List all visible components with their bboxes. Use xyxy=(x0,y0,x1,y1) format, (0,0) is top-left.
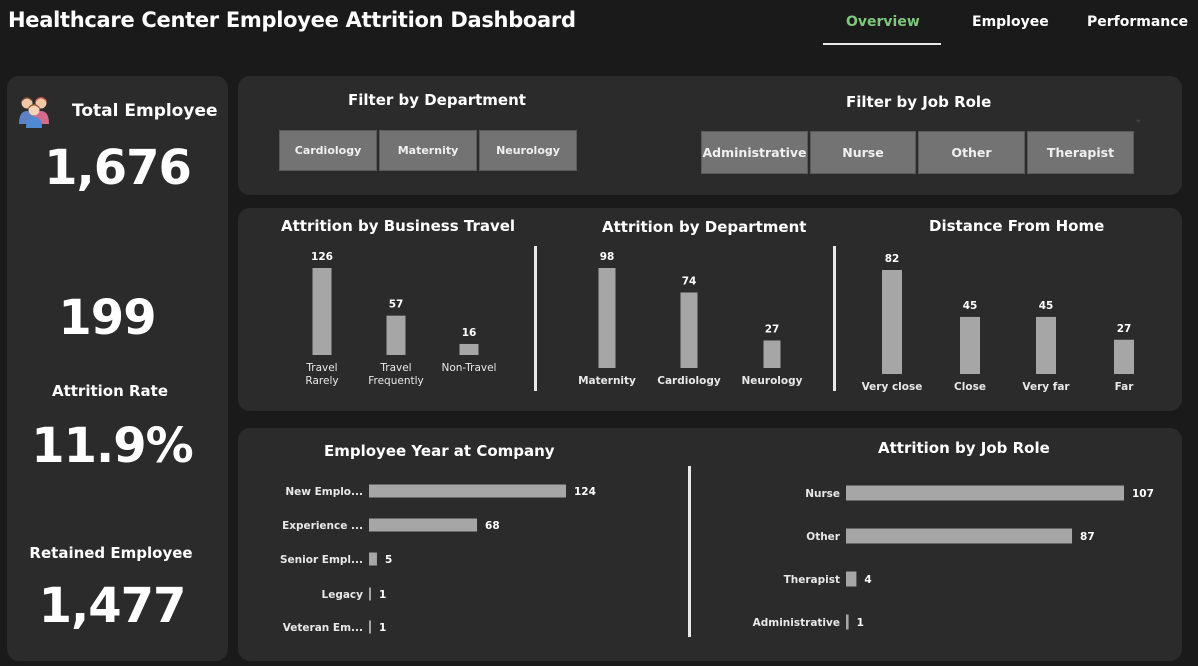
distance-chart-title: Distance From Home xyxy=(929,217,1105,235)
data-label: 74 xyxy=(682,275,697,287)
department-chart-title: Attrition by Department xyxy=(602,218,807,236)
data-label: 98 xyxy=(600,251,615,263)
bar xyxy=(369,518,478,532)
bar xyxy=(846,528,1073,544)
chart-divider xyxy=(534,246,537,391)
tab-performance[interactable]: Performance xyxy=(1087,14,1188,30)
data-label: 57 xyxy=(389,299,404,311)
attrition-count-value: 199 xyxy=(58,290,156,346)
bar xyxy=(846,571,857,587)
bar xyxy=(763,340,781,368)
department-chart: 98 Maternity 74 Cardiology 27 Neurology xyxy=(578,251,803,387)
category-label: Frequently xyxy=(368,375,424,387)
category-label: Very far xyxy=(1022,381,1070,393)
total-employee-label: Total Employee xyxy=(72,101,218,121)
category-label: Experience ... xyxy=(282,520,363,532)
attrition-rate-value: 11.9% xyxy=(31,418,194,474)
category-label: Maternity xyxy=(578,375,636,387)
tab-employee[interactable]: Employee xyxy=(972,14,1049,30)
bar xyxy=(369,552,377,566)
category-label: Veteran Em... xyxy=(283,622,363,634)
data-label: 1 xyxy=(857,617,864,629)
category-label: Rarely xyxy=(305,375,338,387)
data-label: 82 xyxy=(885,253,900,265)
total-employee-value: 1,676 xyxy=(44,140,192,196)
data-label: 107 xyxy=(1132,488,1154,500)
category-label: Far xyxy=(1115,381,1135,393)
data-label: 45 xyxy=(963,300,978,312)
category-label: Administrative xyxy=(753,617,840,629)
data-label: 68 xyxy=(485,520,500,532)
chart-divider xyxy=(688,466,691,637)
job-role-filter-title: Filter by Job Role xyxy=(846,93,992,111)
slicer-department-maternity[interactable]: Maternity xyxy=(379,130,477,171)
bar xyxy=(680,292,698,368)
bar xyxy=(960,316,980,374)
bar xyxy=(882,270,902,374)
bar xyxy=(846,485,1124,501)
bar xyxy=(598,268,616,368)
slicer-department-cardiology[interactable]: Cardiology xyxy=(279,130,377,171)
slicer-job-role-administrative[interactable]: Administrative xyxy=(701,131,808,174)
business-travel-chart: 126TravelRarely57TravelFrequently16Non-T… xyxy=(305,251,497,387)
bar xyxy=(1114,339,1134,374)
job-role-chart: 107 Nurse 87 Other 4 Therapist 1 Administrative xyxy=(753,485,1154,630)
business-travel-chart-title: Attrition by Business Travel xyxy=(281,217,516,235)
department-filter-title: Filter by Department xyxy=(348,91,526,109)
people-icon xyxy=(19,97,49,128)
data-label: 1 xyxy=(379,622,386,634)
years-at-company-chart-title: Employee Year at Company xyxy=(324,442,555,460)
bar xyxy=(1036,316,1056,374)
slicer-job-role-nurse[interactable]: Nurse xyxy=(810,131,916,174)
category-label: Non-Travel xyxy=(442,362,497,374)
chart-divider xyxy=(833,246,836,391)
bar xyxy=(846,614,849,630)
slicer-department-neurology[interactable]: Neurology xyxy=(479,130,577,171)
data-label: 27 xyxy=(765,323,780,335)
attrition-rate-label: Attrition Rate xyxy=(51,382,169,400)
category-label: Travel xyxy=(305,362,337,374)
tab-overview[interactable]: Overview xyxy=(846,14,920,30)
data-label: 27 xyxy=(1117,323,1132,335)
category-label: Close xyxy=(954,381,986,393)
category-label: Nurse xyxy=(805,488,840,500)
category-label: Cardiology xyxy=(657,375,721,387)
category-label: Very close xyxy=(862,381,923,393)
data-label: 126 xyxy=(311,251,333,263)
retained-employee-value: 1,477 xyxy=(38,578,187,634)
category-label: New Emplo... xyxy=(285,486,363,498)
slicer-job-role-other[interactable]: Other xyxy=(918,131,1025,174)
bar xyxy=(369,484,566,498)
data-label: 87 xyxy=(1080,531,1095,543)
category-label: Legacy xyxy=(322,589,364,601)
years-at-company-chart: 124 New Emplo... 68 Experience ... 5 Senior E… xyxy=(280,484,596,634)
page-navigation: Overview Employee Performance xyxy=(0,0,1198,48)
data-label: 45 xyxy=(1039,300,1054,312)
data-label: 16 xyxy=(462,327,477,339)
bar xyxy=(459,343,479,355)
bar xyxy=(369,587,371,601)
chevron-down-icon[interactable]: ⌄ xyxy=(1134,114,1142,125)
data-label: 5 xyxy=(385,554,392,566)
bar xyxy=(369,620,371,634)
category-label: Neurology xyxy=(742,375,803,387)
job-role-chart-title: Attrition by Job Role xyxy=(878,439,1050,457)
distance-chart: 82 Very close 45 Close 45 Very far 27 Far xyxy=(862,253,1135,393)
data-label: 1 xyxy=(379,589,386,601)
category-label: Other xyxy=(806,531,841,543)
data-label: 4 xyxy=(864,574,871,586)
active-tab-indicator xyxy=(823,43,941,45)
bar xyxy=(386,315,406,355)
category-label: Senior Empl... xyxy=(280,554,363,566)
slicer-job-role-therapist[interactable]: Therapist xyxy=(1027,131,1134,174)
data-label: 124 xyxy=(574,486,596,498)
bar xyxy=(312,268,332,355)
retained-employee-label: Retained Employee xyxy=(29,544,193,562)
category-label: Therapist xyxy=(784,574,840,586)
category-label: Travel xyxy=(379,362,411,374)
